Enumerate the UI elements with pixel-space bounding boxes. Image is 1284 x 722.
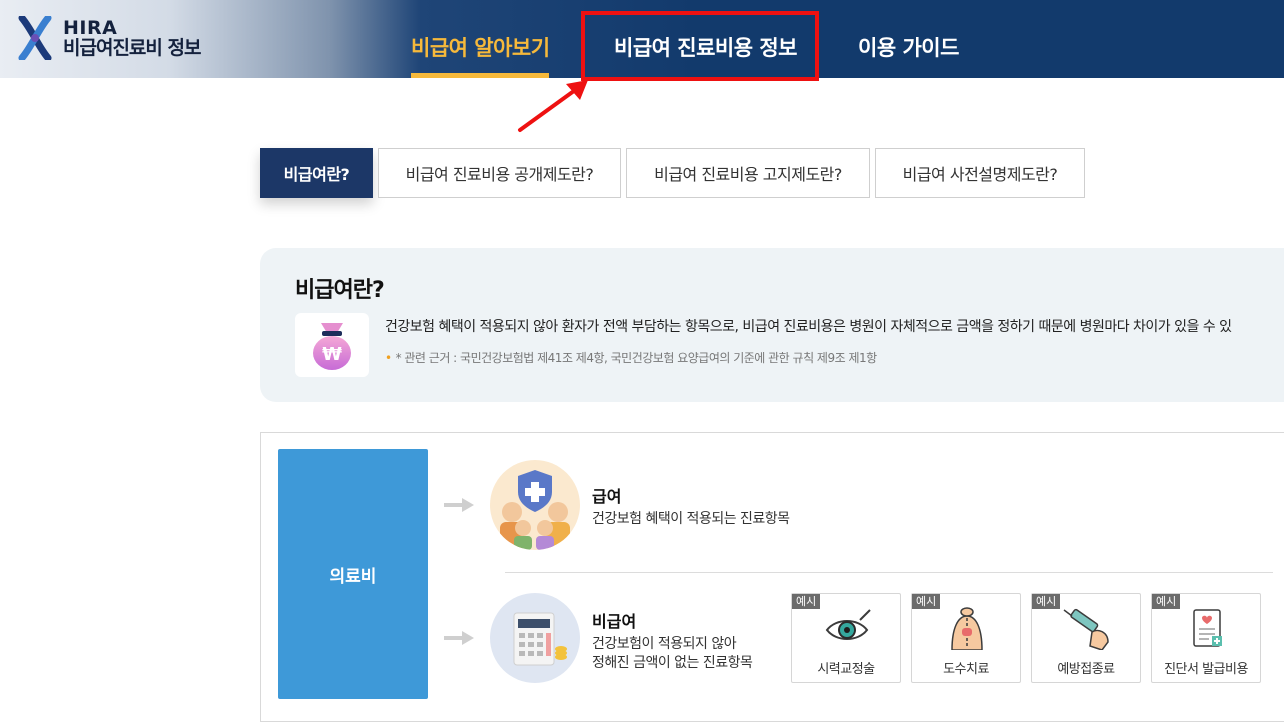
logo-line2: 비급여진료비 정보 <box>63 37 201 59</box>
nav-item-usage-guide[interactable]: 이용 가이드 <box>858 32 959 62</box>
tab-what-is-noncovered[interactable]: 비급여란? <box>260 148 373 198</box>
row-divider <box>505 572 1273 573</box>
medical-fee-label: 의료비 <box>329 566 377 587</box>
noncovered-title: 비급여 <box>592 612 637 631</box>
hira-logo-icon[interactable] <box>18 16 52 60</box>
logo-line1: HIRA <box>63 17 118 39</box>
certificate-icon <box>1193 609 1222 647</box>
svg-text:₩: ₩ <box>322 344 342 365</box>
medical-cost-diagram: 의료비 급여 건강보험 혜택이 적용되는 진료항목 비급여 건강보험이 적용되지… <box>260 432 1284 722</box>
logo-text[interactable]: HIRA 비급여진료비 정보 <box>63 17 201 59</box>
example-card-vision-correction: 예시 시력교정술 <box>791 593 901 683</box>
example-card-vaccination: 예시 예방접종료 <box>1031 593 1141 683</box>
covered-title: 급여 <box>592 487 622 506</box>
example-label: 시력교정술 <box>817 662 875 677</box>
example-badge: 예시 <box>1032 594 1061 609</box>
example-label: 예방접종료 <box>1057 662 1115 677</box>
money-bag-icon: ₩ <box>313 323 351 370</box>
nav-item-learn-noncovered[interactable]: 비급여 알아보기 <box>411 32 550 62</box>
bullet-dot-icon: • <box>385 351 392 365</box>
noncovered-description-line1: 건강보험이 적용되지 않아 <box>592 636 737 652</box>
info-note-text: * 관련 근거 : 국민건강보험법 제41조 제4항, 국민건강보험 요양급여의… <box>395 351 878 365</box>
red-highlight-box <box>581 11 819 81</box>
example-label: 도수치료 <box>943 662 989 677</box>
syringe-icon <box>1063 608 1109 650</box>
medical-fee-box: 의료비 <box>278 449 428 699</box>
info-description: 건강보험 혜택이 적용되지 않아 환자가 전액 부담하는 항목으로, 비급여 진… <box>385 319 1232 335</box>
arrow-right-icon <box>444 631 474 645</box>
example-badge: 예시 <box>792 594 821 609</box>
example-card-manual-therapy: 예시 도수치료 <box>911 593 1021 683</box>
money-bag-box: ₩ <box>295 313 369 377</box>
back-therapy-icon <box>951 607 983 650</box>
info-card: 비급여란? ₩ 건강보험 혜택이 적용되지 않아 환자가 전액 부담하는 항목으… <box>260 248 1284 402</box>
calculator-icon <box>490 593 580 683</box>
noncovered-description-line2: 정해진 금액이 없는 진료항목 <box>592 655 753 671</box>
family-insurance-icon <box>490 460 580 550</box>
example-card-certificate-fee: 예시 진단서 발급비용 <box>1151 593 1261 683</box>
arrow-right-icon <box>444 498 474 512</box>
tab-cost-notice[interactable]: 비급여 진료비용 고지제도란? <box>626 148 870 198</box>
red-pointer-arrow-icon <box>518 80 588 132</box>
info-title: 비급여란? <box>295 278 385 303</box>
info-note: • * 관련 근거 : 국민건강보험법 제41조 제4항, 국민건강보험 요양급여… <box>385 349 877 366</box>
tab-cost-disclosure[interactable]: 비급여 진료비용 공개제도란? <box>378 148 621 198</box>
example-badge: 예시 <box>912 594 941 609</box>
example-badge: 예시 <box>1152 594 1181 609</box>
tab-prior-explanation[interactable]: 비급여 사전설명제도란? <box>875 148 1085 198</box>
example-label: 진단서 발급비용 <box>1164 662 1248 677</box>
eye-icon <box>825 609 871 640</box>
covered-description: 건강보험 혜택이 적용되는 진료항목 <box>592 511 790 527</box>
